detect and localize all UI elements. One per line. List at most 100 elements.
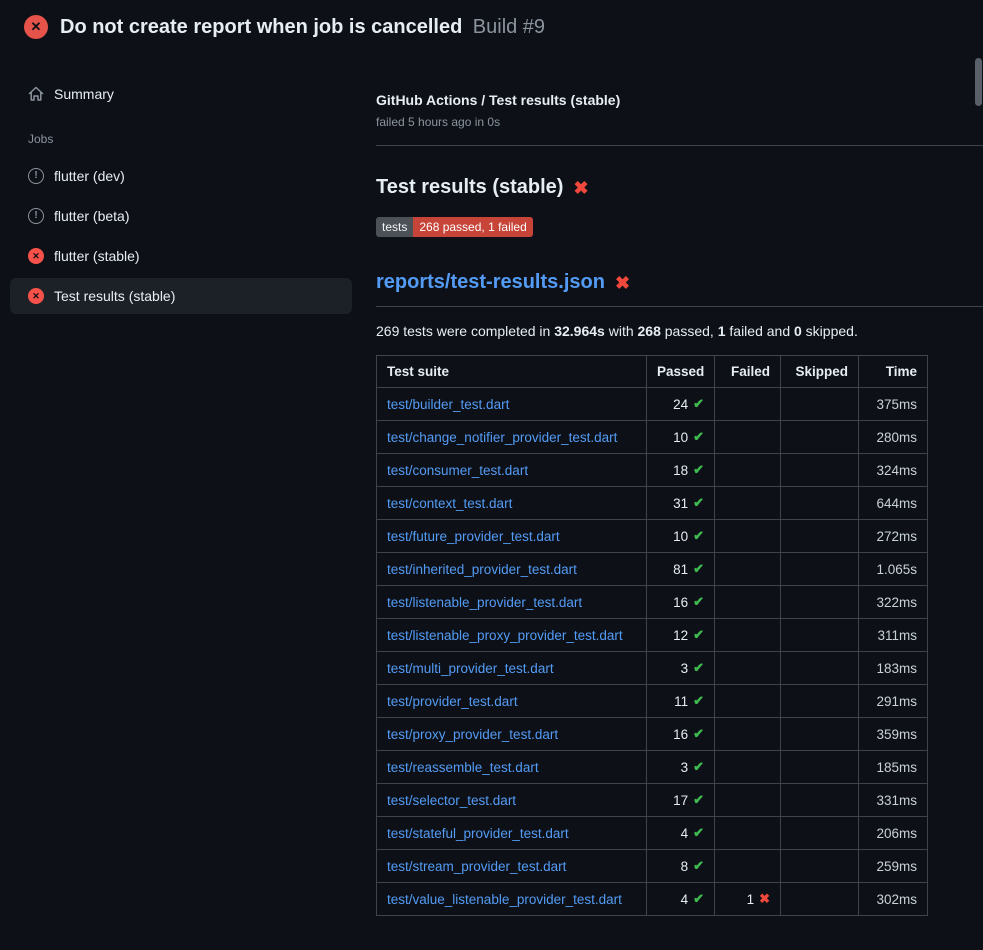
time-value: 272ms — [859, 520, 928, 553]
test-suite-link[interactable]: test/inherited_provider_test.dart — [387, 562, 577, 577]
summary-text: skipped. — [802, 323, 858, 339]
badge-value: 268 passed, 1 failed — [413, 217, 532, 237]
test-suite-link[interactable]: test/provider_test.dart — [387, 694, 518, 709]
time-value: 375ms — [859, 388, 928, 421]
summary-label: Summary — [54, 86, 114, 102]
check-icon: ✔ — [693, 462, 704, 478]
sidebar-job-item[interactable]: ! ✕ flutter (stable) — [10, 238, 352, 274]
check-icon: ✔ — [693, 825, 704, 841]
time-value: 185ms — [859, 751, 928, 784]
time-value: 311ms — [859, 619, 928, 652]
summary-text: passed, — [661, 323, 718, 339]
time-value: 644ms — [859, 487, 928, 520]
passed-count: 18 — [673, 463, 688, 478]
passed-count: 4 — [681, 826, 689, 841]
table-row: test/future_provider_test.dart 10 ✔ ✖ — [377, 520, 928, 553]
col-header-failed: Failed — [715, 356, 781, 388]
test-suite-link[interactable]: test/change_notifier_provider_test.dart — [387, 430, 617, 445]
tests-summary-text: 269 tests were completed in 32.964s with… — [376, 323, 983, 339]
test-suite-link[interactable]: test/reassemble_test.dart — [387, 760, 539, 775]
test-suite-link[interactable]: test/selector_test.dart — [387, 793, 516, 808]
test-suite-link[interactable]: test/stream_provider_test.dart — [387, 859, 566, 874]
test-suite-link[interactable]: test/builder_test.dart — [387, 397, 509, 412]
passed-count: 8 — [681, 859, 689, 874]
table-row: test/reassemble_test.dart 3 ✔ ✖ — [377, 751, 928, 784]
time-value: 324ms — [859, 454, 928, 487]
passed-count: 12 — [673, 628, 688, 643]
x-icon: ✖ — [759, 891, 770, 907]
check-icon: ✔ — [693, 561, 704, 577]
time-value: 206ms — [859, 817, 928, 850]
sidebar-job-item[interactable]: ! ✕ flutter (dev) — [10, 158, 352, 194]
check-icon: ✔ — [693, 792, 704, 808]
table-row: test/selector_test.dart 17 ✔ ✖ — [377, 784, 928, 817]
check-icon: ✔ — [693, 759, 704, 775]
tests-status-badge: tests 268 passed, 1 failed — [376, 217, 533, 237]
build-number: Build #9 — [473, 16, 545, 38]
summary-passed-count: 268 — [638, 323, 661, 339]
summary-duration: 32.964s — [554, 323, 605, 339]
jobs-list: ! ✕ flutter (dev) ! ✕ flutter (beta) ! ✕… — [10, 158, 376, 314]
failed-x-icon: ✖ — [615, 274, 630, 292]
app-layout: Summary Jobs ! ✕ flutter (dev) ! ✕ flutt… — [0, 52, 983, 916]
check-icon: ✔ — [693, 429, 704, 445]
test-suite-link[interactable]: test/multi_provider_test.dart — [387, 661, 554, 676]
test-suite-link[interactable]: test/stateful_provider_test.dart — [387, 826, 569, 841]
failed-count: 1 — [747, 892, 755, 907]
table-row: test/builder_test.dart 24 ✔ ✖ — [377, 388, 928, 421]
neutral-status-icon: ! — [28, 168, 44, 184]
scrollbar-track[interactable] — [975, 0, 983, 950]
passed-count: 3 — [681, 760, 689, 775]
col-header-time: Time — [859, 356, 928, 388]
check-icon: ✔ — [693, 891, 704, 907]
summary-text: failed and — [726, 323, 795, 339]
summary-failed-count: 1 — [718, 323, 726, 339]
col-header-test-suite: Test suite — [377, 356, 647, 388]
sidebar-job-item[interactable]: ! ✕ flutter (beta) — [10, 198, 352, 234]
sidebar-job-item[interactable]: ! ✕ Test results (stable) — [10, 278, 352, 314]
summary-skipped-count: 0 — [794, 323, 802, 339]
test-suite-link[interactable]: test/proxy_provider_test.dart — [387, 727, 558, 742]
time-value: 280ms — [859, 421, 928, 454]
badge-label: tests — [376, 217, 413, 237]
check-icon: ✔ — [693, 693, 704, 709]
check-icon: ✔ — [693, 627, 704, 643]
section-title: Test results (stable) — [376, 176, 563, 199]
breadcrumb: GitHub Actions / Test results (stable) — [376, 92, 983, 108]
table-row: test/change_notifier_provider_test.dart … — [377, 421, 928, 454]
summary-text: 269 tests were completed in — [376, 323, 554, 339]
test-suite-link[interactable]: test/listenable_proxy_provider_test.dart — [387, 628, 623, 643]
table-header-row: Test suite Passed Failed Skipped Time — [377, 356, 928, 388]
failed-x-icon: ✖ — [573, 179, 588, 197]
check-run-header: ✕ Do not create report when job is cance… — [0, 0, 983, 52]
passed-count: 4 — [681, 892, 689, 907]
table-row: test/listenable_provider_test.dart 16 ✔ … — [377, 586, 928, 619]
test-suite-link[interactable]: test/value_listenable_provider_test.dart — [387, 892, 622, 907]
sidebar-item-summary[interactable]: Summary — [10, 86, 376, 102]
passed-count: 10 — [673, 529, 688, 544]
test-suite-link[interactable]: test/listenable_provider_test.dart — [387, 595, 582, 610]
test-suite-link[interactable]: test/future_provider_test.dart — [387, 529, 560, 544]
time-value: 183ms — [859, 652, 928, 685]
summary-text: with — [605, 323, 638, 339]
job-label: Test results (stable) — [54, 288, 175, 304]
passed-count: 11 — [674, 694, 688, 709]
check-icon: ✔ — [693, 495, 704, 511]
report-file-link[interactable]: reports/test-results.json — [376, 271, 605, 294]
job-label: flutter (dev) — [54, 168, 125, 184]
check-icon: ✔ — [693, 660, 704, 676]
table-row: test/stateful_provider_test.dart 4 ✔ ✖ — [377, 817, 928, 850]
test-suite-link[interactable]: test/context_test.dart — [387, 496, 512, 511]
passed-count: 16 — [673, 727, 688, 742]
col-header-skipped: Skipped — [781, 356, 859, 388]
sidebar: Summary Jobs ! ✕ flutter (dev) ! ✕ flutt… — [0, 52, 376, 318]
home-icon — [28, 86, 44, 102]
check-icon: ✔ — [693, 528, 704, 544]
col-header-passed: Passed — [647, 356, 715, 388]
scrollbar-thumb[interactable] — [975, 58, 982, 106]
check-icon: ✔ — [693, 594, 704, 610]
test-suite-link[interactable]: test/consumer_test.dart — [387, 463, 528, 478]
test-results-table: Test suite Passed Failed Skipped Time te… — [376, 355, 928, 916]
job-label: flutter (beta) — [54, 208, 129, 224]
passed-count: 31 — [673, 496, 688, 511]
